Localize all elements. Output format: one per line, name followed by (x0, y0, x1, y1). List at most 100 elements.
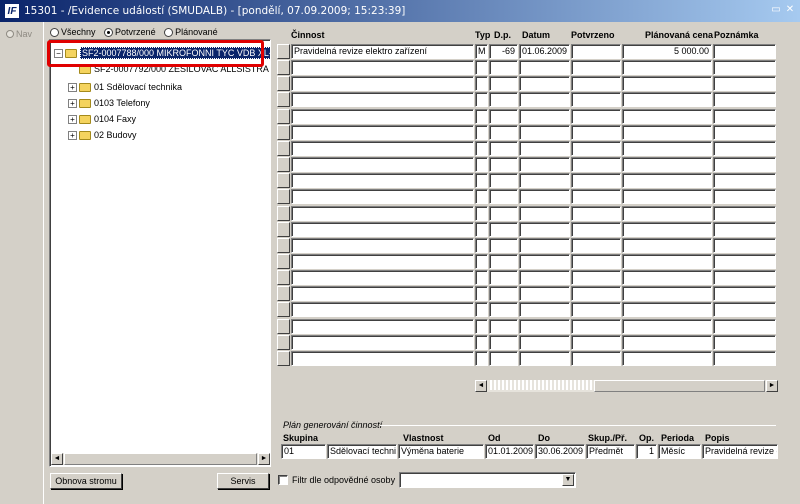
cell-date[interactable] (519, 205, 570, 221)
cell-type[interactable] (475, 253, 488, 269)
row-selector[interactable] (277, 108, 290, 124)
cell-type[interactable] (475, 108, 488, 124)
cell-activity[interactable] (291, 92, 474, 108)
column-header-note[interactable]: Poznámka (714, 30, 759, 42)
cell-activity[interactable] (291, 286, 474, 302)
tree-item-faxes[interactable]: + 0104 Faxy (68, 112, 136, 126)
cell-dp[interactable] (489, 302, 518, 318)
plan-cell-group[interactable]: 01 (281, 444, 326, 459)
row-selector[interactable] (277, 76, 290, 92)
cell-dp[interactable] (489, 318, 518, 334)
cell-activity[interactable] (291, 173, 474, 189)
cell-dp[interactable] (489, 76, 518, 92)
cell-date[interactable] (519, 253, 570, 269)
cell-date[interactable] (519, 108, 570, 124)
cell-activity[interactable] (291, 189, 474, 205)
cell-type[interactable] (475, 124, 488, 140)
cell-dp[interactable] (489, 350, 518, 366)
cell-note[interactable] (713, 173, 776, 189)
cell-planned-price[interactable] (622, 350, 712, 366)
row-selector[interactable] (277, 253, 290, 269)
expand-icon[interactable]: + (68, 82, 77, 92)
row-selector[interactable] (277, 318, 290, 334)
cell-date[interactable] (519, 286, 570, 302)
cell-note[interactable] (713, 253, 776, 269)
cell-dp[interactable]: -69 (489, 44, 518, 59)
cell-confirmed[interactable] (571, 237, 621, 253)
cell-type[interactable] (475, 140, 488, 156)
cell-note[interactable] (713, 76, 776, 92)
cell-dp[interactable] (489, 140, 518, 156)
cell-planned-price[interactable] (622, 302, 712, 318)
radio-planned[interactable]: Plánované (164, 27, 218, 37)
cell-confirmed[interactable] (571, 60, 621, 76)
cell-type[interactable] (475, 318, 488, 334)
cell-activity[interactable] (291, 140, 474, 156)
row-selector[interactable] (277, 157, 290, 173)
cell-date[interactable] (519, 318, 570, 334)
row-selector[interactable] (277, 237, 290, 253)
cell-type[interactable] (475, 302, 488, 318)
cell-confirmed[interactable] (571, 189, 621, 205)
column-header-confirmed[interactable]: Potvrzeno (571, 30, 615, 42)
cell-confirmed[interactable] (571, 205, 621, 221)
cell-type[interactable] (475, 286, 488, 302)
cell-date[interactable] (519, 92, 570, 108)
cell-planned-price[interactable]: 5 000.00 (622, 44, 712, 59)
cell-date[interactable] (519, 334, 570, 350)
cell-type[interactable] (475, 205, 488, 221)
cell-planned-price[interactable] (622, 334, 712, 350)
scroll-left-icon[interactable]: ◄ (51, 453, 63, 465)
responsible-person-select[interactable]: ▼ (399, 472, 576, 488)
cell-date[interactable] (519, 189, 570, 205)
scrollbar-thumb[interactable] (594, 380, 765, 392)
cell-planned-price[interactable] (622, 140, 712, 156)
cell-note[interactable] (713, 221, 776, 237)
cell-activity[interactable] (291, 205, 474, 221)
tree-item-phones[interactable]: + 0103 Telefony (68, 96, 150, 110)
cell-note[interactable] (713, 334, 776, 350)
cell-dp[interactable] (489, 60, 518, 76)
scrollbar-thumb[interactable] (64, 453, 257, 465)
tree-horizontal-scrollbar[interactable]: ◄ ► (51, 453, 270, 465)
plan-cell-property[interactable]: Výměna baterie (398, 444, 484, 459)
cell-planned-price[interactable] (622, 92, 712, 108)
cell-confirmed[interactable] (571, 221, 621, 237)
cell-activity[interactable] (291, 237, 474, 253)
row-selector[interactable] (277, 286, 290, 302)
cell-confirmed[interactable] (571, 286, 621, 302)
cell-date[interactable] (519, 124, 570, 140)
cell-confirmed[interactable] (571, 157, 621, 173)
cell-confirmed[interactable] (571, 44, 621, 59)
row-selector[interactable] (277, 221, 290, 237)
cell-planned-price[interactable] (622, 157, 712, 173)
cell-confirmed[interactable] (571, 318, 621, 334)
plan-cell-from[interactable]: 01.01.2009 (485, 444, 534, 459)
cell-type[interactable] (475, 350, 488, 366)
cell-confirmed[interactable] (571, 140, 621, 156)
radio-all[interactable]: Všechny (50, 27, 96, 37)
cell-dp[interactable] (489, 157, 518, 173)
column-header-type[interactable]: Typ (475, 30, 490, 42)
cell-note[interactable] (713, 60, 776, 76)
cell-activity[interactable] (291, 60, 474, 76)
cell-type[interactable] (475, 60, 488, 76)
cell-type[interactable] (475, 76, 488, 92)
row-selector[interactable] (277, 124, 290, 140)
tree-item-telecom[interactable]: + 01 Sdělovací technika (68, 80, 182, 94)
cell-date[interactable] (519, 350, 570, 366)
cell-planned-price[interactable] (622, 60, 712, 76)
scroll-right-icon[interactable]: ► (258, 453, 270, 465)
plan-cell-group-item[interactable]: Předmět (586, 444, 635, 459)
cell-type[interactable] (475, 92, 488, 108)
cell-planned-price[interactable] (622, 221, 712, 237)
cell-type[interactable] (475, 334, 488, 350)
cell-note[interactable] (713, 237, 776, 253)
radio-confirmed[interactable]: Potvrzené (104, 27, 156, 37)
cell-type[interactable]: M (475, 44, 488, 59)
row-selector[interactable] (277, 334, 290, 350)
cell-note[interactable] (713, 302, 776, 318)
cell-dp[interactable] (489, 221, 518, 237)
row-selector[interactable] (277, 92, 290, 108)
cell-dp[interactable] (489, 189, 518, 205)
